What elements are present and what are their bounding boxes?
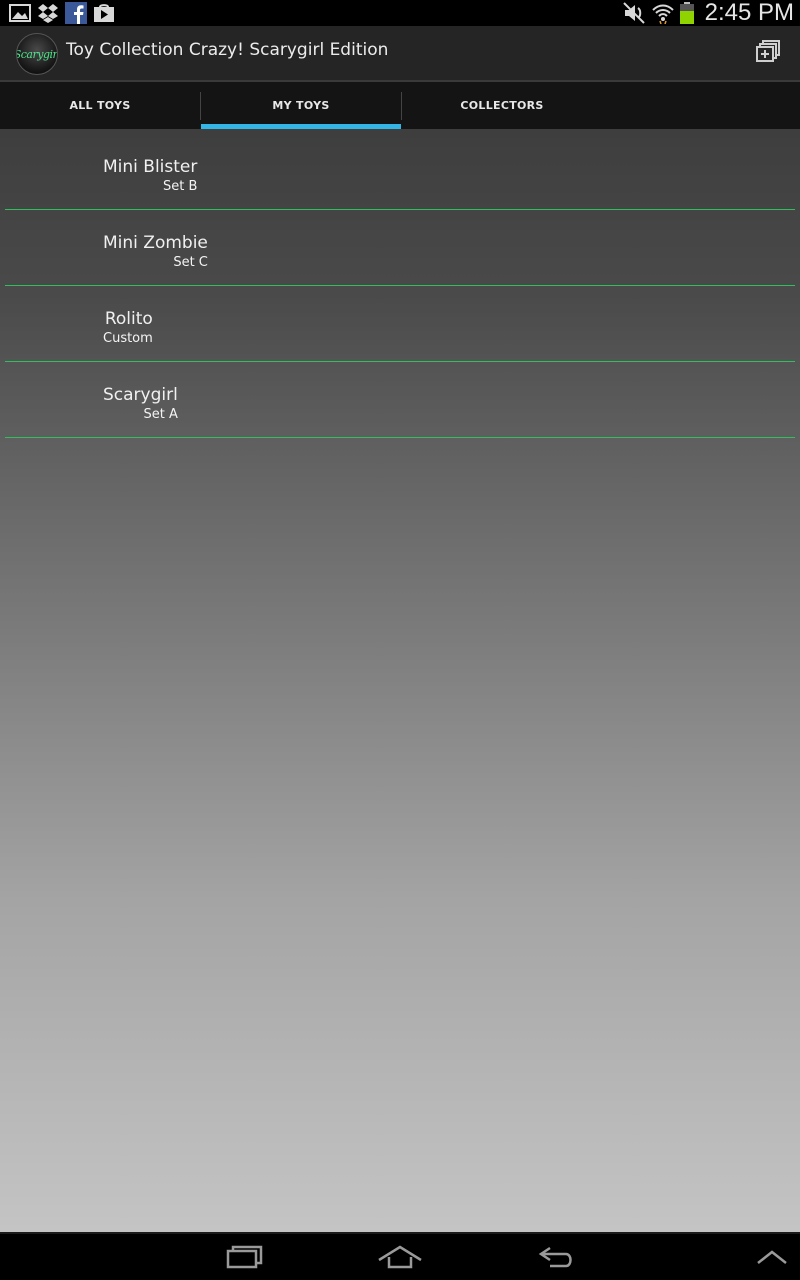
action-bar: Scarygirl Toy Collection Crazy! Scarygir… [0,26,800,82]
list-item[interactable]: Rolito Custom [5,286,795,362]
toy-set: Set A [143,407,178,422]
toy-set: Set C [173,255,208,270]
gallery-icon [8,2,32,24]
clock: 2:45 PM [704,0,794,26]
notification-icons [8,2,120,24]
navigation-bar [0,1232,800,1280]
status-bar: 2:45 PM [0,0,800,26]
toy-set: Set B [162,179,198,194]
facebook-icon [64,2,88,24]
list-item-text: Rolito Custom [103,308,153,348]
app-logo-text: Scarygirl [16,47,58,61]
content-area: Mini Blister Set B Mini Zombie Set C Rol… [0,129,800,1232]
back-button[interactable] [526,1242,586,1276]
menu-up-button[interactable] [742,1242,800,1276]
home-icon [377,1244,423,1274]
recent-apps-icon [225,1244,265,1274]
list-item[interactable]: Scarygirl Set A [5,362,795,438]
window-stack-button[interactable] [754,40,782,68]
app-logo[interactable]: Scarygirl [16,33,58,75]
toy-name: Scarygirl [103,385,178,405]
list-item[interactable]: Mini Blister Set B [5,129,795,210]
toy-name: Rolito [104,309,153,329]
menu-up-icon [755,1247,789,1271]
system-icons: 2:45 PM [622,0,794,26]
dropbox-icon [36,2,60,24]
tab-my-toys[interactable]: MY TOYS [201,82,401,129]
list-item[interactable]: Mini Zombie Set C [5,210,795,286]
toy-list: Mini Blister Set B Mini Zombie Set C Rol… [5,129,795,438]
list-item-text: Mini Zombie Set C [103,232,208,272]
home-button[interactable] [370,1242,430,1276]
tab-bar: ALL TOYS MY TOYS COLLECTORS [0,82,800,129]
back-icon [536,1244,576,1274]
window-stack-icon [755,40,781,68]
toy-set: Custom [103,331,153,346]
list-item-text: Scarygirl Set A [103,384,178,424]
mute-icon [622,2,647,24]
toy-name: Mini Blister [103,157,198,177]
toy-name: Mini Zombie [103,233,208,253]
tab-collectors[interactable]: COLLECTORS [402,82,602,129]
tab-all-toys[interactable]: ALL TOYS [0,82,200,129]
play-store-icon [92,2,116,24]
list-item-text: Mini Blister Set B [103,156,197,196]
battery-icon [679,2,695,24]
app-title: Toy Collection Crazy! Scarygirl Edition [66,40,389,60]
recent-apps-button[interactable] [215,1242,275,1276]
wifi-icon [651,2,675,24]
